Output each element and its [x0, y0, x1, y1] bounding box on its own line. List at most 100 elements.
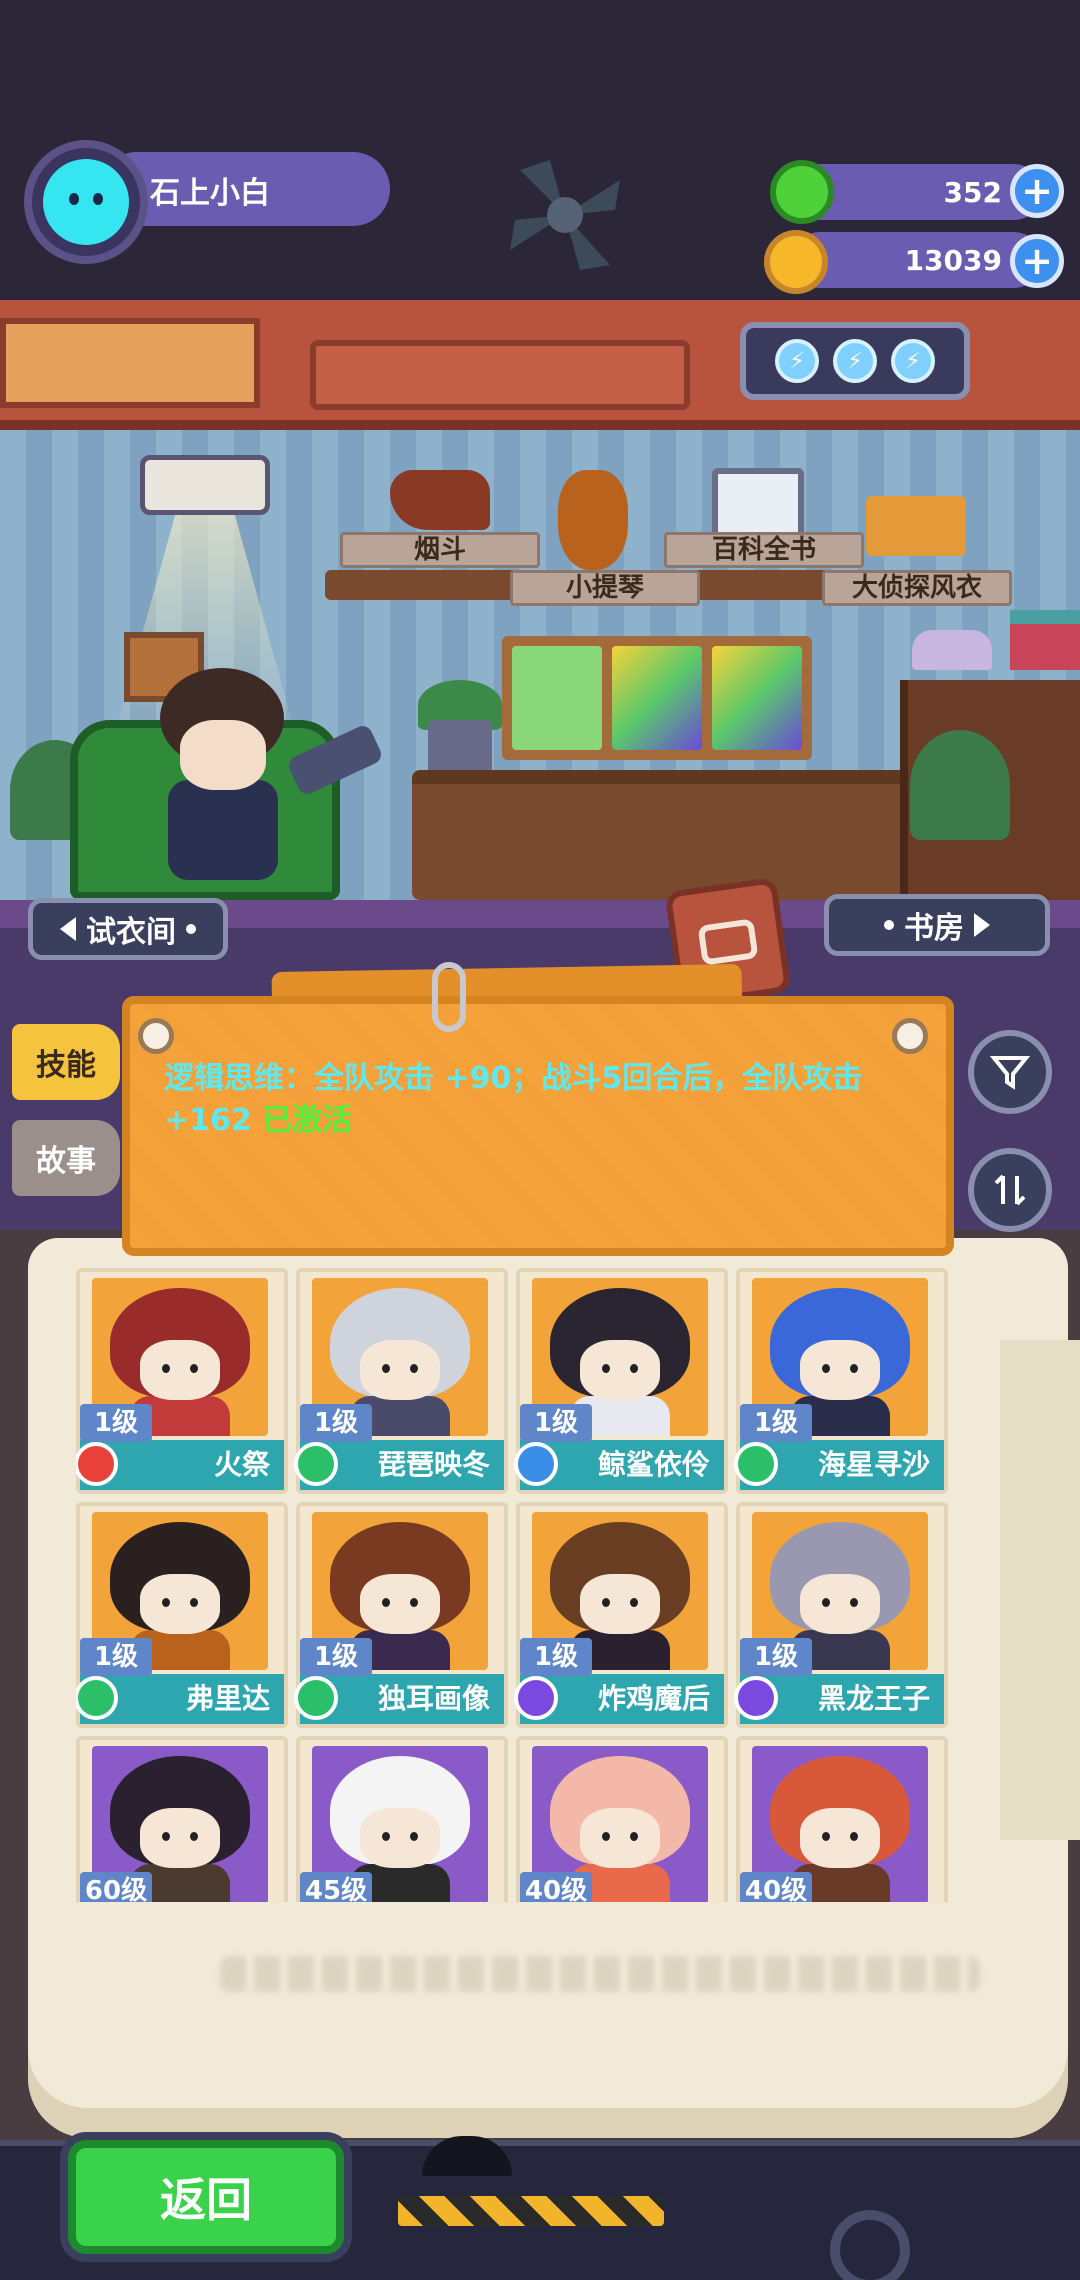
blurred-footer-text [220, 1956, 980, 1992]
add-coin-button[interactable]: + [1010, 234, 1064, 288]
pipe-icon[interactable] [390, 470, 490, 530]
portrait-face [360, 1340, 440, 1400]
character-card[interactable]: 火祭 1级 [76, 1268, 288, 1494]
portrait-eye [162, 1598, 170, 1607]
portrait-face [140, 1808, 220, 1868]
fan-icon [510, 160, 620, 270]
encyclopedia-icon[interactable] [712, 468, 804, 538]
gold-coin-icon [764, 230, 828, 294]
energy-bolt-icon: ⚡ [775, 339, 819, 383]
dot-icon [186, 924, 196, 934]
add-gem-button[interactable]: + [1010, 164, 1064, 218]
item-label-violin: 小提琴 [510, 570, 700, 606]
detective-body [168, 780, 278, 880]
element-icon [76, 1442, 118, 1486]
coat-icon[interactable] [866, 496, 966, 556]
portrait-eye [162, 1364, 170, 1373]
portrait-eye [850, 1832, 858, 1841]
element-icon [514, 1676, 558, 1720]
desk [412, 770, 912, 900]
back-button[interactable]: 返回 [68, 2140, 344, 2254]
portrait-eye [630, 1364, 638, 1373]
coin-count: 13039 [904, 244, 1002, 277]
portrait-eye [630, 1598, 638, 1607]
portrait-eye [190, 1832, 198, 1841]
nav-fitting-room-button[interactable]: 试衣间 [28, 898, 228, 960]
item-label-coat: 大侦探风衣 [822, 570, 1012, 606]
portrait-face [580, 1574, 660, 1634]
portrait-eye [410, 1598, 418, 1607]
portrait-eye [190, 1598, 198, 1607]
element-icon [76, 1676, 118, 1720]
element-icon [734, 1676, 778, 1720]
violin-icon[interactable] [558, 470, 628, 570]
skill-description: 逻辑思维：全队攻击 +90；战斗5回合后，全队攻击 +162 已激活 [164, 1058, 904, 1142]
skill-status: 已激活 [262, 1103, 353, 1138]
photo-frame [502, 636, 812, 760]
tab-skill[interactable]: 技能 [12, 1024, 120, 1100]
character-card[interactable]: 炸鸡魔后 1级 [514, 1502, 728, 1728]
character-level: 1级 [520, 1638, 592, 1676]
character-card[interactable]: 鲸鲨依伶 1级 [514, 1268, 728, 1494]
shelf-panel [310, 340, 690, 410]
portrait-eye [602, 1598, 610, 1607]
paperclip-icon [432, 962, 466, 1032]
player-name: 石上小白 [150, 176, 270, 211]
portrait-eye [822, 1364, 830, 1373]
detective-character[interactable] [180, 720, 266, 790]
element-icon [514, 1442, 558, 1486]
character-card[interactable]: 海星寻沙 1级 [734, 1268, 948, 1494]
pin-icon [138, 1018, 174, 1054]
portrait-eye [602, 1364, 610, 1373]
character-level: 1级 [300, 1638, 372, 1676]
sort-button[interactable] [968, 1148, 1052, 1232]
filter-button[interactable] [968, 1030, 1052, 1114]
character-level: 45级 [300, 1872, 372, 1902]
pin-icon [892, 1018, 928, 1054]
character-card[interactable]: 60级 [76, 1736, 288, 1902]
character-card[interactable]: 黑龙王子 1级 [734, 1502, 948, 1728]
page-edge [1000, 1340, 1080, 1840]
books [1010, 610, 1080, 670]
nav-fitting-room-label: 试衣间 [86, 915, 176, 950]
energy-box: ⚡ ⚡ ⚡ [740, 322, 970, 400]
element-icon [294, 1676, 338, 1720]
portrait-eye [190, 1364, 198, 1373]
portrait-eye [162, 1832, 170, 1841]
gear-icon [830, 2210, 910, 2280]
player-avatar[interactable] [24, 140, 148, 264]
portrait-eye [822, 1832, 830, 1841]
character-card[interactable]: 弗里达 1级 [76, 1502, 288, 1728]
tab-story[interactable]: 故事 [12, 1120, 120, 1196]
plant [910, 730, 1010, 840]
plant-pot [428, 720, 492, 776]
sort-icon [994, 1174, 1026, 1206]
portrait-eye [382, 1364, 390, 1373]
character-level: 60级 [80, 1872, 152, 1902]
portrait-face [360, 1808, 440, 1868]
shelf-panel [0, 318, 260, 408]
portrait-eye [850, 1598, 858, 1607]
character-level: 1级 [80, 1404, 152, 1442]
photo [612, 646, 702, 750]
character-level: 1级 [740, 1404, 812, 1442]
character-card[interactable]: 40级 [516, 1736, 728, 1902]
green-gem-icon [770, 160, 834, 224]
portrait-face [580, 1808, 660, 1868]
character-card[interactable]: 琵琶映冬 1级 [294, 1268, 508, 1494]
character-card[interactable]: 40级 [736, 1736, 948, 1902]
portrait-face [140, 1340, 220, 1400]
dot-icon [884, 920, 894, 930]
energy-bolt-icon: ⚡ [891, 339, 935, 383]
portrait-face [800, 1574, 880, 1634]
character-card[interactable]: 45级 [296, 1736, 508, 1902]
nav-study-button[interactable]: 书房 [824, 894, 1050, 956]
character-level: 1级 [80, 1638, 152, 1676]
portrait-eye [382, 1598, 390, 1607]
element-icon [734, 1442, 778, 1486]
portrait-eye [602, 1832, 610, 1841]
character-card[interactable]: 独耳画像 1级 [294, 1502, 508, 1728]
portrait-eye [850, 1364, 858, 1373]
item-label-encyclopedia: 百科全书 [664, 532, 864, 568]
gem-count: 352 [943, 176, 1002, 209]
